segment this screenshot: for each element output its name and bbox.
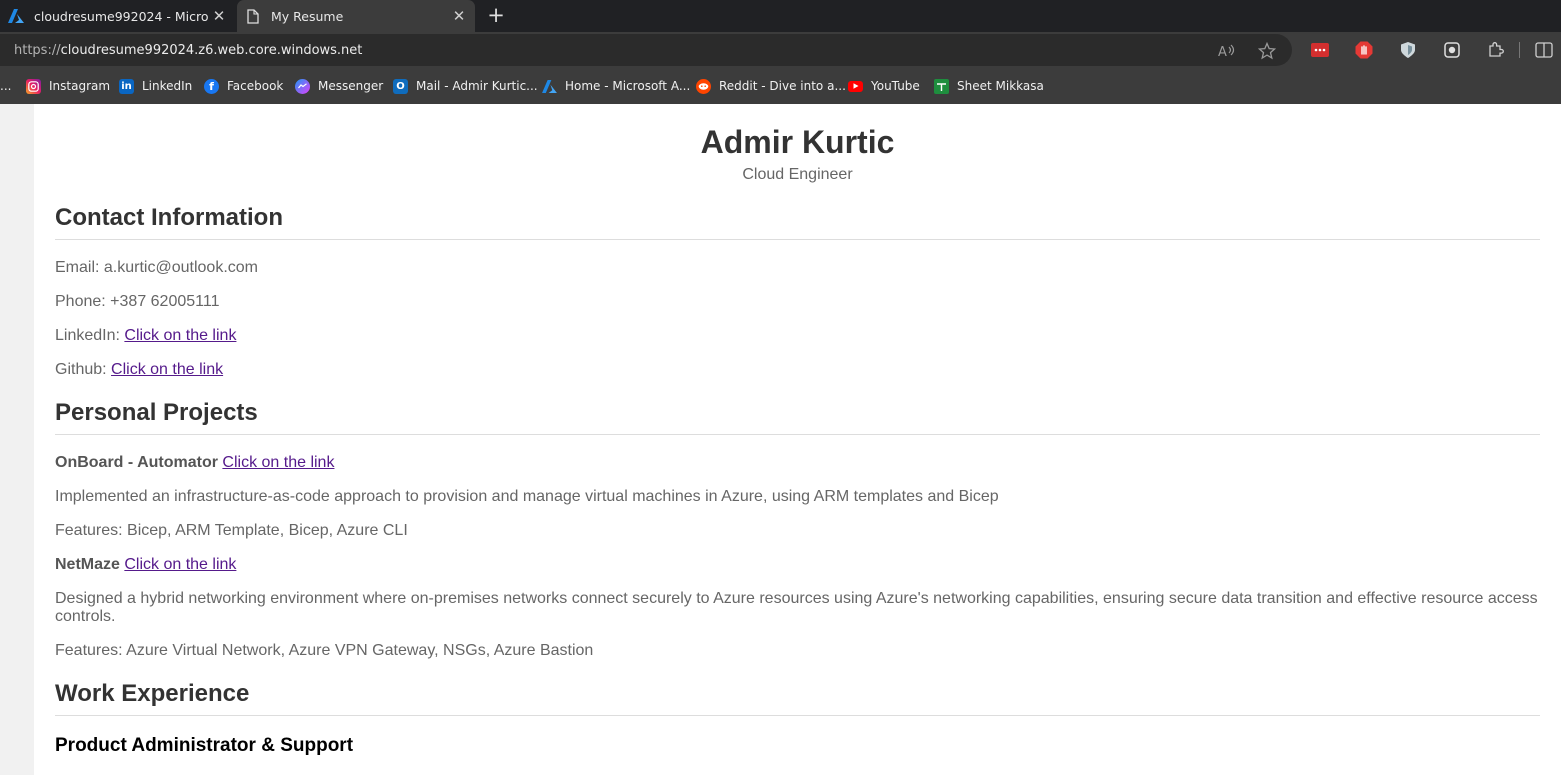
document-icon — [245, 8, 261, 24]
toolbar-divider — [1518, 41, 1522, 59]
azure-icon — [8, 8, 24, 24]
favorite-star-icon[interactable] — [1258, 42, 1276, 60]
youtube-icon — [848, 80, 863, 92]
resume-name: Admir Kurtic — [700, 124, 895, 160]
project-link[interactable]: Click on the link — [124, 556, 236, 573]
split-screen-icon[interactable] — [1535, 41, 1553, 59]
project-features: Features: Bicep, ARM Template, Bicep, Az… — [55, 522, 408, 539]
project-title: OnBoard - Automator Click on the link — [55, 454, 1540, 472]
contact-github: Github: Click on the link — [55, 361, 224, 378]
bookmark-instagram[interactable]: Instagram — [26, 76, 110, 96]
facebook-icon: f — [204, 78, 219, 94]
read-aloud-icon[interactable]: A — [1218, 42, 1236, 60]
adblock-extension-icon[interactable] — [1355, 41, 1373, 59]
project-description: Designed a hybrid networking environment… — [55, 590, 1538, 625]
bookmark-outlook-mail[interactable]: O Mail - Admir Kurtic... — [393, 76, 538, 96]
url-text[interactable]: https://cloudresume992024.z6.web.core.wi… — [14, 43, 362, 58]
extensions-puzzle-icon[interactable] — [1487, 41, 1505, 59]
bookmarks-bar: ... Instagram in LinkedIn f Facebook Mes… — [0, 68, 1561, 104]
github-link[interactable]: Click on the link — [111, 361, 223, 378]
project-name: NetMaze — [55, 556, 120, 573]
instagram-icon — [26, 78, 41, 94]
bookmark-azure-home[interactable]: Home - Microsoft A... — [542, 76, 690, 96]
new-tab-button[interactable]: + — [484, 4, 508, 28]
bookmark-reddit[interactable]: Reddit - Dive into a... — [696, 76, 846, 96]
tab-title: My Resume — [271, 8, 344, 24]
screenshot-extension-icon[interactable] — [1443, 41, 1461, 59]
sheets-icon — [934, 78, 949, 94]
email-value: a.kurtic@outlook.com — [103, 259, 258, 276]
bookmark-label: Messenger — [318, 79, 384, 93]
work-heading: Work Experience — [55, 680, 1540, 716]
bookmarks-overflow[interactable]: ... — [0, 76, 11, 96]
contact-email: Email: a.kurtic@outlook.com — [55, 259, 258, 276]
project-title: NetMaze Click on the link — [55, 556, 1540, 574]
bookmark-label: YouTube — [871, 79, 920, 93]
bookmark-linkedin[interactable]: in LinkedIn — [119, 76, 192, 96]
bookmark-facebook[interactable]: f Facebook — [204, 76, 283, 96]
projects-heading: Personal Projects — [55, 399, 1540, 435]
address-bar[interactable]: https://cloudresume992024.z6.web.core.wi… — [0, 34, 1292, 66]
bookmark-messenger[interactable]: Messenger — [295, 76, 383, 96]
bookmark-sheet-mikkasa[interactable]: Sheet Mikkasa — [934, 76, 1044, 96]
close-tab-icon[interactable]: ✕ — [209, 6, 229, 26]
project-features: Features: Azure Virtual Network, Azure V… — [55, 642, 594, 659]
outlook-icon: O — [393, 78, 408, 94]
bookmark-label: Sheet Mikkasa — [957, 79, 1044, 93]
messenger-icon — [295, 78, 310, 94]
project-description: Implemented an infrastructure-as-code ap… — [55, 488, 999, 505]
bookmark-label: Instagram — [49, 79, 111, 93]
bookmark-label: Mail - Admir Kurtic... — [416, 79, 538, 93]
reddit-icon — [696, 78, 711, 94]
svg-text:A: A — [1218, 45, 1227, 59]
tab-strip: cloudresume992024 - Microsoft ✕ My Resum… — [0, 0, 1561, 32]
azure-icon — [542, 79, 557, 94]
contact-phone: Phone: +387 62005111 — [55, 293, 220, 310]
bookmark-label: Home - Microsoft A... — [565, 79, 691, 93]
bookmark-label: Reddit - Dive into a... — [719, 79, 846, 93]
tab-azure-portal[interactable]: cloudresume992024 - Microsoft ✕ — [0, 0, 235, 32]
linkedin-link[interactable]: Click on the link — [124, 327, 236, 344]
bookmark-label: LinkedIn — [142, 79, 193, 93]
project-name: OnBoard - Automator — [55, 454, 218, 471]
contact-linkedin: LinkedIn: Click on the link — [55, 327, 237, 344]
password-manager-extension-icon[interactable] — [1311, 41, 1329, 59]
close-tab-icon[interactable]: ✕ — [449, 6, 469, 26]
shield-extension-icon[interactable] — [1399, 41, 1417, 59]
tab-my-resume[interactable]: My Resume ✕ — [237, 0, 475, 32]
linkedin-icon: in — [119, 78, 134, 94]
resume-page: Admir Kurtic Cloud Engineer Contact Info… — [34, 104, 1561, 775]
contact-heading: Contact Information — [55, 204, 1540, 240]
bookmark-label: Facebook — [227, 79, 284, 93]
tab-title: cloudresume992024 - Microsoft — [34, 8, 209, 24]
job-title: Product Administrator & Support — [55, 735, 354, 756]
bookmark-youtube[interactable]: YouTube — [848, 76, 920, 96]
phone-value: +387 62005111 — [110, 293, 220, 310]
project-link[interactable]: Click on the link — [222, 454, 334, 471]
resume-role: Cloud Engineer — [742, 166, 853, 183]
